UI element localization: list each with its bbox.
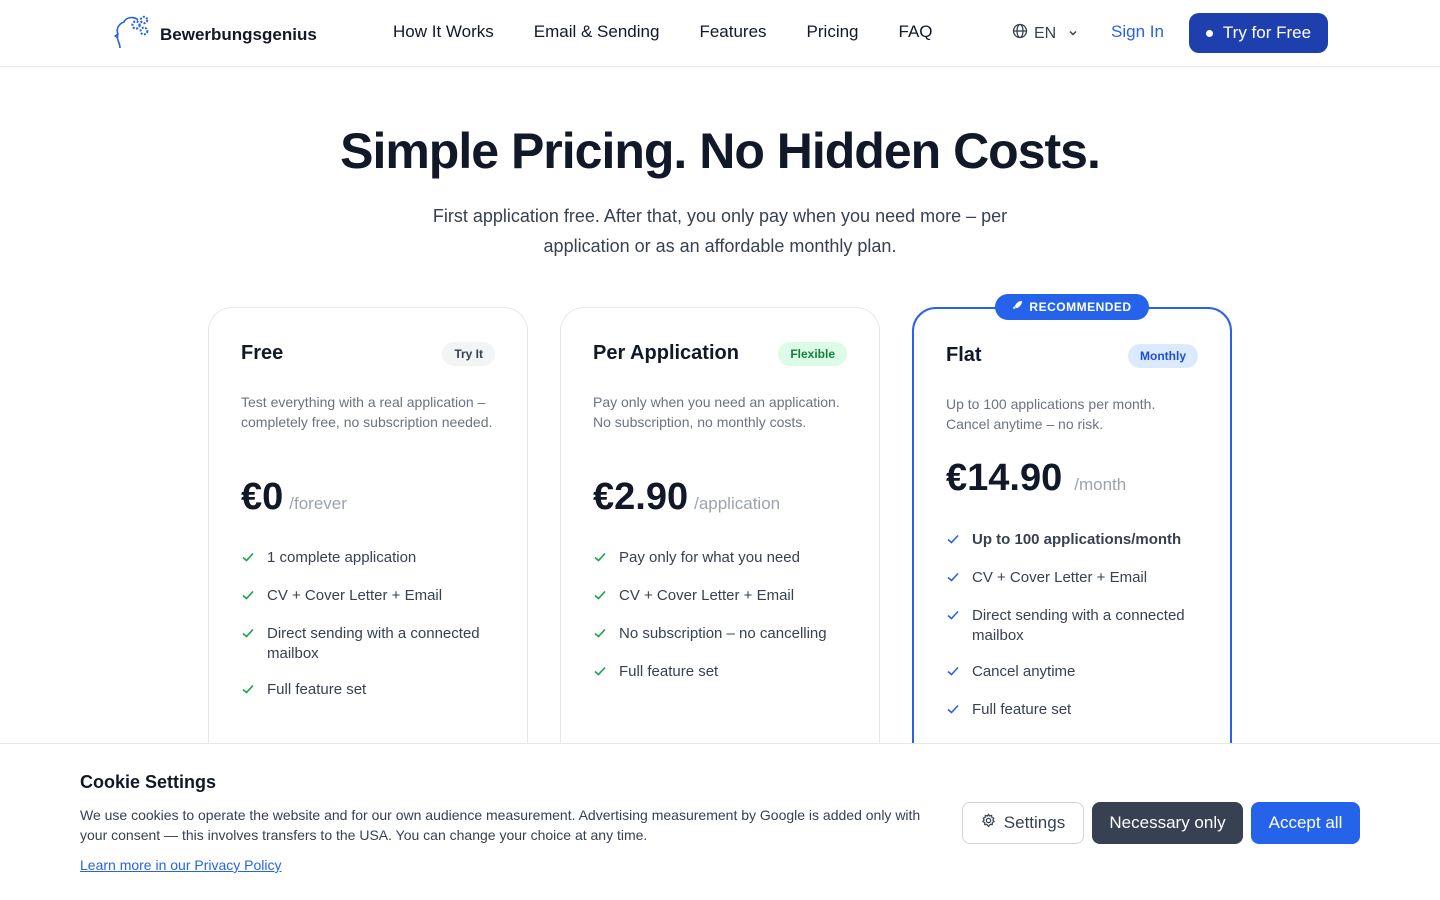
plan-tag: Monthly	[1128, 344, 1198, 368]
site-header: Bewerbungsgenius How It Works Email & Se…	[0, 0, 1440, 67]
feature-text: Full feature set	[972, 701, 1072, 718]
feature-text: Direct sending with a connected mailbox	[972, 607, 1185, 644]
feature-item: Full feature set	[593, 662, 849, 684]
plan-description: Test everything with a real application …	[241, 394, 493, 430]
check-icon	[946, 702, 960, 722]
necessary-only-button[interactable]: Necessary only	[1092, 802, 1243, 844]
check-icon	[593, 588, 607, 608]
nav-faq[interactable]: FAQ	[899, 22, 933, 42]
feature-text: CV + Cover Letter + Email	[267, 587, 443, 604]
feature-list: Up to 100 applications/month CV + Cover …	[946, 530, 1202, 738]
plan-card-flat: Flat Monthly Up to 100 applications per …	[912, 307, 1232, 807]
feature-item: CV + Cover Letter + Email	[593, 586, 849, 608]
plan-price: €0 /forever	[241, 476, 347, 519]
check-icon	[241, 588, 255, 608]
try-for-free-label: Try for Free	[1222, 23, 1312, 42]
plan-price: €2.90 /application	[593, 476, 780, 519]
price-amount: €2.90	[593, 476, 689, 518]
nav-email-sending[interactable]: Email & Sending	[534, 22, 660, 42]
check-icon	[241, 682, 255, 702]
page-title: Simple Pricing. No Hidden Costs.	[340, 123, 1101, 179]
feature-item: CV + Cover Letter + Email	[241, 586, 497, 608]
feature-item: Direct sending with a connected mailbox	[241, 624, 497, 664]
brand-logo[interactable]: Bewerbungsgenius	[113, 14, 317, 55]
cookie-text: We use cookies to operate the website an…	[80, 807, 921, 843]
feature-item: No subscription – no cancelling	[593, 624, 849, 646]
feature-item: Full feature set	[946, 700, 1202, 722]
plan-price: €14.90 /month	[946, 457, 1126, 500]
plan-tag: Try It	[442, 342, 495, 366]
accept-all-button[interactable]: Accept all	[1251, 802, 1360, 844]
plan-name: Flat	[946, 344, 982, 366]
language-label: EN	[1034, 24, 1057, 42]
feature-list: Pay only for what you need CV + Cover Le…	[593, 548, 849, 700]
plan-tag: Flexible	[778, 342, 847, 366]
nav-features[interactable]: Features	[699, 22, 766, 42]
feature-text: Direct sending with a connected mailbox	[267, 625, 480, 662]
plan-card-free: Free Try It Test everything with a real …	[208, 307, 528, 807]
feature-item: Full feature set	[241, 680, 497, 702]
feature-list: 1 complete application CV + Cover Letter…	[241, 548, 497, 718]
price-unit: /forever	[289, 494, 347, 513]
rocket-icon	[1012, 300, 1023, 314]
feature-text: 1 complete application	[267, 549, 417, 566]
gear-icon	[981, 813, 996, 833]
plan-description: Up to 100 applications per month. Cancel…	[946, 396, 1156, 432]
feature-text: CV + Cover Letter + Email	[972, 569, 1148, 586]
check-icon	[241, 626, 255, 664]
try-for-free-button[interactable]: Try for Free	[1189, 13, 1328, 53]
feature-item: 1 complete application	[241, 548, 497, 570]
check-icon	[946, 608, 960, 646]
price-amount: €0	[241, 476, 284, 518]
feature-text: No subscription – no cancelling	[619, 625, 827, 642]
nav-how-it-works[interactable]: How It Works	[393, 22, 494, 42]
price-unit: /application	[694, 494, 781, 513]
chevron-down-icon	[1068, 25, 1078, 43]
settings-label: Settings	[1003, 813, 1066, 832]
feature-text: Pay only for what you need	[619, 549, 800, 566]
feature-text: Cancel anytime	[972, 663, 1076, 680]
globe-icon	[1012, 23, 1028, 44]
feature-item: CV + Cover Letter + Email	[946, 568, 1202, 590]
language-selector[interactable]: EN	[1012, 23, 1078, 44]
check-icon	[946, 664, 960, 684]
cookie-settings-button[interactable]: Settings	[962, 802, 1084, 844]
check-icon	[593, 626, 607, 646]
brand-name: Bewerbungsgenius	[160, 24, 317, 44]
feature-item: Cancel anytime	[946, 662, 1202, 684]
price-amount: €14.90	[946, 457, 1063, 499]
plan-name: Free	[241, 342, 284, 364]
cookie-banner: Cookie Settings We use cookies to operat…	[0, 743, 1440, 900]
check-icon	[946, 570, 960, 590]
plan-name: Per Application	[593, 342, 739, 364]
page-subtitle: First application free. After that, you …	[432, 206, 1008, 256]
dot-icon	[1205, 29, 1213, 37]
nav-pricing[interactable]: Pricing	[807, 22, 859, 42]
check-icon	[593, 550, 607, 570]
plan-description: Pay only when you need an application. N…	[593, 394, 840, 430]
feature-text: Up to 100 applications/month	[972, 531, 1182, 548]
feature-text: CV + Cover Letter + Email	[619, 587, 795, 604]
feature-item: Up to 100 applications/month	[946, 530, 1202, 552]
privacy-policy-link[interactable]: Learn more in our Privacy Policy	[80, 857, 282, 873]
feature-text: Full feature set	[619, 663, 719, 680]
sign-in-link[interactable]: Sign In	[1111, 22, 1164, 42]
brain-gear-logo-icon	[113, 14, 152, 55]
check-icon	[946, 532, 960, 552]
plan-card-per-application: Per Application Flexible Pay only when y…	[560, 307, 880, 807]
recommended-label: RECOMMENDED	[1029, 300, 1132, 314]
feature-item: Direct sending with a connected mailbox	[946, 606, 1202, 646]
feature-item: Pay only for what you need	[593, 548, 849, 570]
check-icon	[593, 664, 607, 684]
feature-text: Full feature set	[267, 681, 367, 698]
price-unit: /month	[1074, 475, 1127, 494]
recommended-badge: RECOMMENDED	[995, 294, 1149, 320]
main-nav: How It Works Email & Sending Features Pr…	[393, 22, 933, 42]
check-icon	[241, 550, 255, 570]
cookie-title: Cookie Settings	[80, 772, 217, 792]
